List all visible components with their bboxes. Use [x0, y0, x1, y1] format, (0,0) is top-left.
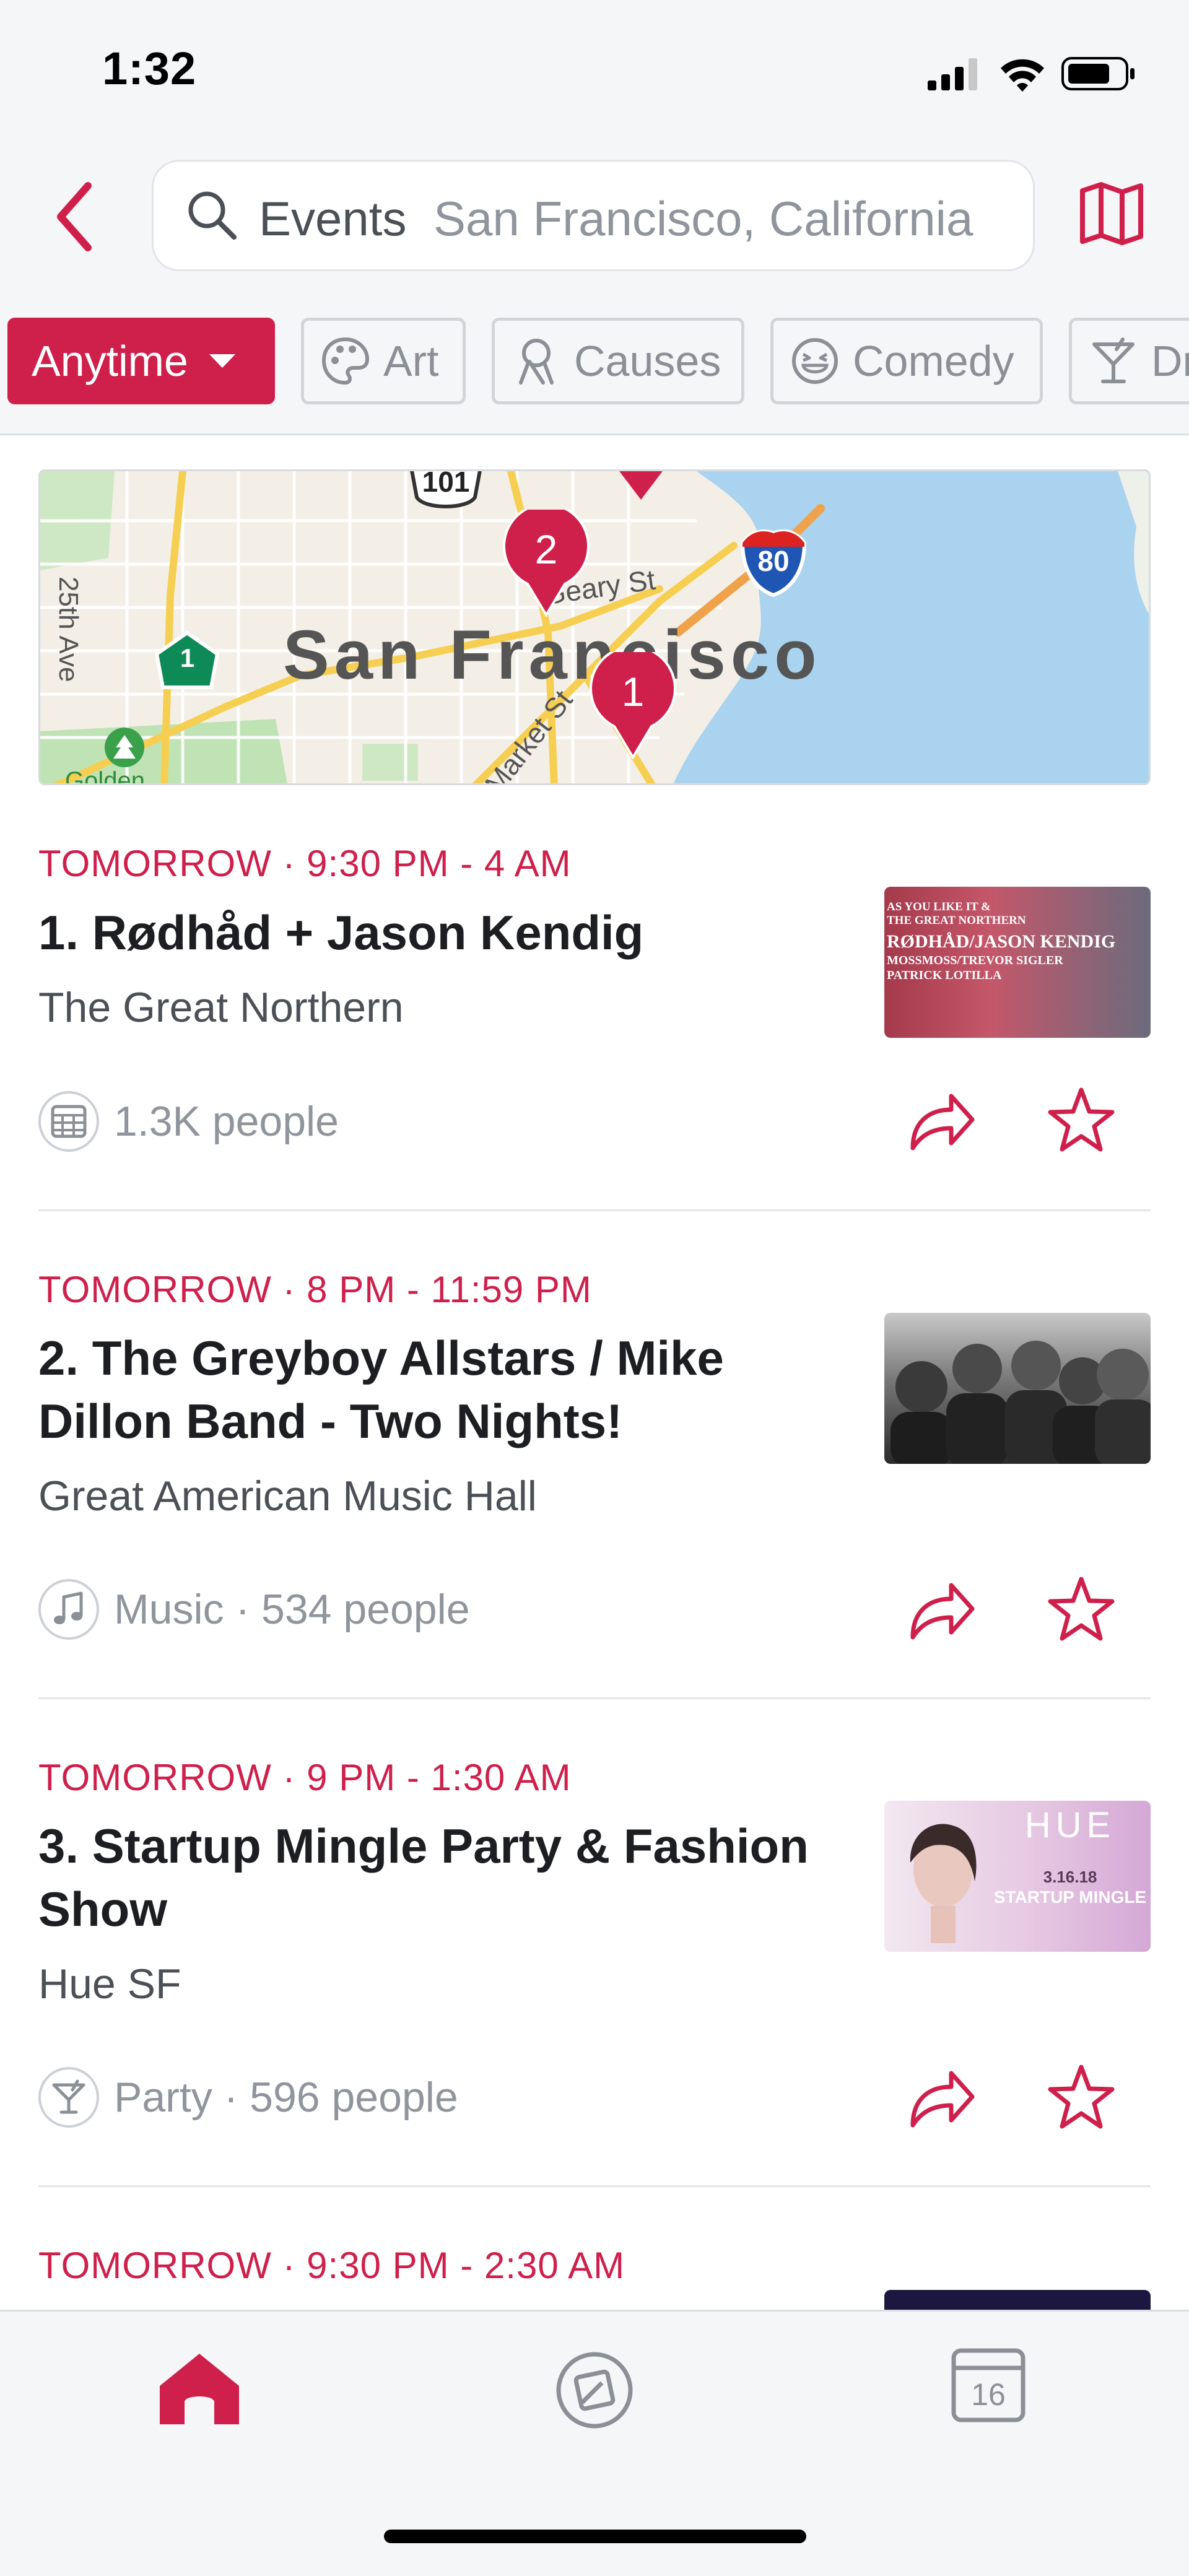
route-1-label: 1 [180, 643, 195, 672]
chip-causes[interactable]: Causes [492, 318, 744, 404]
map-pin-1-count: 1 [621, 669, 645, 715]
back-chevron-icon[interactable] [50, 180, 99, 254]
event-2-when: TOMORROW · 8 PM - 11:59 PM [38, 1269, 592, 1310]
tab-calendar-day: 16 [971, 2377, 1006, 2412]
poster-headline: STARTUP MINGLE [993, 1887, 1147, 1907]
laughing-face-icon [792, 338, 838, 384]
divider [38, 2185, 1151, 2187]
poster-face-illustration [910, 1824, 977, 1943]
tab-discover-icon[interactable] [551, 2347, 638, 2434]
chip-art[interactable]: Art [301, 318, 466, 404]
event-3-star-icon[interactable] [1044, 2061, 1118, 2135]
event-1-share-icon[interactable] [904, 1084, 978, 1158]
divider [38, 1697, 1151, 1699]
signal-icon [928, 58, 977, 90]
event-1-category-badge [38, 1091, 99, 1152]
interstate-80-label: 80 [757, 545, 790, 577]
event-3-poster-image[interactable]: HUE 3.16.18 STARTUP MINGLE [884, 1801, 1151, 1952]
event-2-star-icon[interactable] [1044, 1573, 1118, 1647]
anytime-filter-chip[interactable]: Anytime [7, 318, 275, 404]
poster-date: 3.16.18 [1043, 1868, 1097, 1886]
event-3-title[interactable]: 3. Startup Mingle Party & Fashion Show [38, 1814, 862, 1941]
ribbon-icon [519, 339, 554, 385]
event-3-share-icon[interactable] [904, 2061, 978, 2135]
status-time: 1:32 [102, 43, 197, 94]
chip-comedy-label: Comedy [853, 337, 1014, 385]
chip-comedy[interactable]: Comedy [770, 318, 1043, 404]
event-2-share-icon[interactable] [904, 1573, 978, 1647]
event-1-when: TOMORROW · 9:30 PM - 4 AM [38, 843, 572, 884]
event-2-venue[interactable]: Great American Music Hall [38, 1472, 537, 1520]
event-2-category-badge [38, 1579, 99, 1640]
search-location: San Francisco, California [433, 191, 973, 246]
chip-drinks-label: Dr [1151, 337, 1189, 385]
event-1-title[interactable]: 1. Rødhåd + Jason Kendig [38, 901, 862, 964]
battery-icon [1061, 57, 1135, 90]
event-3-meta: Party · 596 people [114, 2074, 458, 2121]
map-city-label: San Francisco [283, 616, 822, 694]
poster-line-5: PATRICK LOTILLA [887, 968, 1002, 982]
map-label-golden: Golden [65, 767, 145, 785]
dropdown-caret-icon [209, 354, 235, 368]
status-icons [928, 57, 1135, 92]
events-map[interactable]: 101 80 1 Geary St Market St 25th Ave Gol… [38, 469, 1151, 785]
cocktail-icon [52, 2079, 85, 2114]
event-1-poster-image[interactable]: AS YOU LIKE IT & THE GREAT NORTHERN RØDH… [884, 887, 1151, 1038]
event-2-title[interactable]: 2. The Greyboy Allstars / Mike Dillon Ba… [38, 1326, 862, 1453]
map-view-icon[interactable] [1078, 180, 1146, 248]
band-photo-silhouettes [891, 1341, 1151, 1464]
poster-line-3: RØDHÅD/JASON KENDIG [887, 931, 1116, 952]
cocktail-glass-icon [1092, 337, 1135, 383]
event-1-venue[interactable]: The Great Northern [38, 983, 404, 1032]
chip-drinks[interactable]: Dr [1069, 318, 1189, 404]
calendar-grid-icon [51, 1105, 87, 1138]
poster-line-4: MOSSMOSS/TREVOR SIGLER [887, 954, 1063, 967]
poster-line-1: AS YOU LIKE IT & [887, 900, 991, 913]
map-pin-2-count: 2 [534, 526, 558, 572]
event-2-band-photo[interactable] [884, 1313, 1151, 1464]
event-3-when: TOMORROW · 9 PM - 1:30 AM [38, 1757, 572, 1798]
music-note-icon [54, 1591, 83, 1624]
event-4-when: TOMORROW · 9:30 PM - 2:30 AM [38, 2245, 625, 2286]
street-label-25th-ave: 25th Ave [53, 577, 84, 682]
event-1-meta: 1.3K people [114, 1098, 339, 1145]
chip-art-label: Art [383, 337, 439, 385]
event-2-meta: Music · 534 people [114, 1586, 470, 1633]
tab-home-icon[interactable] [156, 2350, 243, 2427]
wifi-icon [1001, 59, 1044, 92]
anytime-label: Anytime [32, 337, 188, 385]
map-pin-partial-icon[interactable] [604, 469, 678, 502]
poster-line-2: THE GREAT NORTHERN [887, 914, 1026, 927]
chip-causes-label: Causes [574, 337, 721, 385]
search-icon [188, 191, 237, 240]
event-1-star-icon[interactable] [1044, 1084, 1118, 1158]
event-3-venue[interactable]: Hue SF [38, 1960, 181, 2008]
search-category-label: Events [259, 191, 407, 246]
divider [38, 1209, 1151, 1211]
event-3-category-badge [38, 2067, 99, 2128]
poster-brand: HUE [1024, 1805, 1116, 1845]
palette-icon [321, 337, 370, 385]
home-indicator [384, 2530, 806, 2543]
highway-101-label: 101 [422, 469, 470, 498]
